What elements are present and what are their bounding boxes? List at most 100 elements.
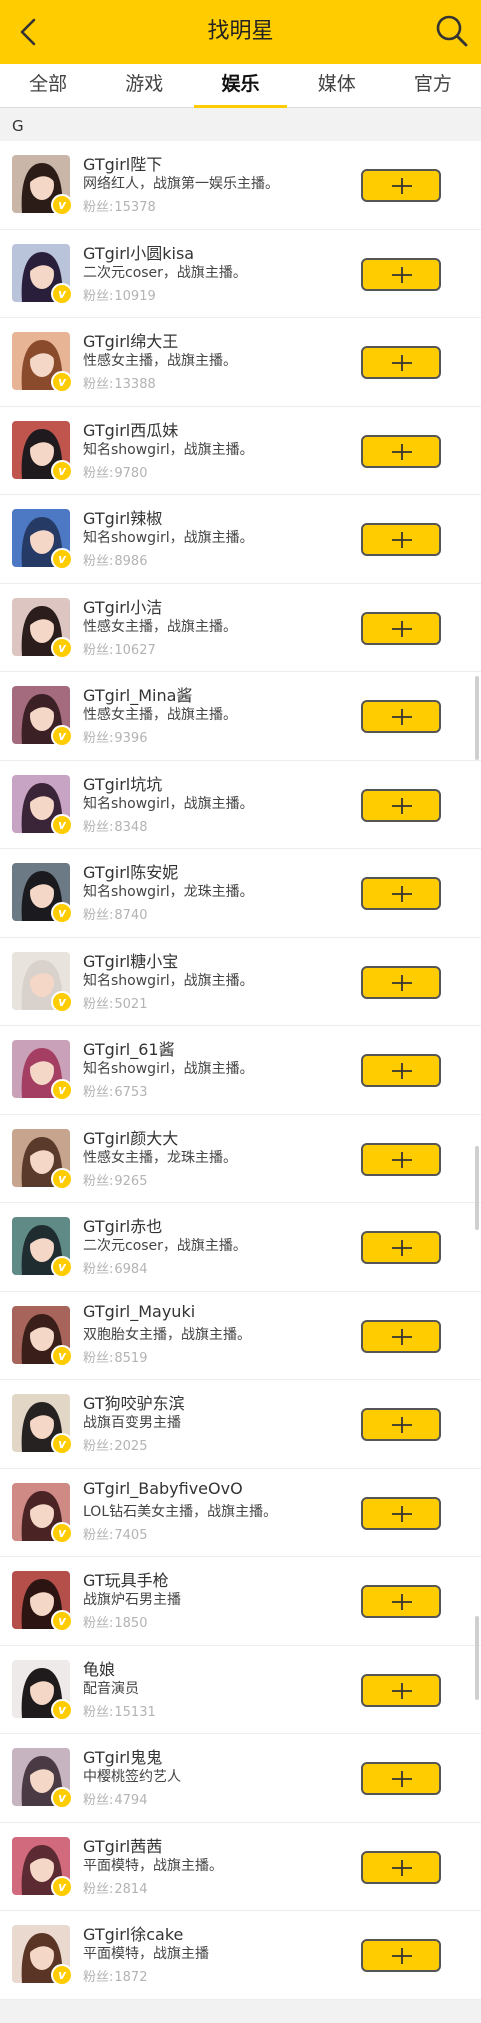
star-description: 性感女主播，战旗主播。 xyxy=(83,353,237,369)
star-description: 配音演员 xyxy=(83,1680,139,1697)
fan-count: 粉丝:8348 xyxy=(83,819,148,835)
fan-count: 粉丝:6984 xyxy=(83,1262,148,1277)
follow-button[interactable] xyxy=(361,1939,441,1972)
list-item[interactable]: v GTgirl陛下 网络红人，战旗第一娱乐主播。 粉丝:15378 xyxy=(0,141,481,230)
plus-icon xyxy=(392,1328,412,1345)
follow-button[interactable] xyxy=(361,1673,441,1707)
fan-count-value: 5021 xyxy=(114,996,148,1012)
star-description: 二次元coser，战旗主播。 xyxy=(83,264,247,281)
list-item[interactable]: v GTgirl西瓜妹 知名showgirl，战旗主播。 粉丝:9780 xyxy=(0,406,481,495)
star-name: GTgirl鬼鬼 xyxy=(83,1748,163,1767)
plus-icon xyxy=(392,1151,412,1168)
search-icon[interactable] xyxy=(435,14,469,48)
list-item[interactable]: v GTgirl陈安妮 知名showgirl，龙珠主播。 粉丝:8740 xyxy=(0,849,481,938)
follow-button[interactable] xyxy=(361,346,441,379)
list-item[interactable]: v 龟娘 配音演员 粉丝:15131 xyxy=(0,1645,481,1734)
follow-button[interactable] xyxy=(361,877,441,910)
fan-count: 粉丝:9265 xyxy=(83,1173,148,1189)
list-item[interactable]: v GTgirl鬼鬼 中樱桃签约艺人 粉丝:4794 xyxy=(0,1734,481,1823)
list-item[interactable]: v GTgirl赤也 二次元coser，战旗主播。 粉丝:6984 xyxy=(0,1203,481,1292)
star-description: 双胞胎女主播，战旗主播。 xyxy=(83,1326,251,1343)
follow-button[interactable] xyxy=(361,611,441,645)
verified-badge-icon: v xyxy=(51,1344,73,1367)
star-name: GTgirl赤也 xyxy=(83,1217,163,1236)
tab-media[interactable]: 媒体 xyxy=(289,64,385,107)
verified-badge-icon: v xyxy=(51,459,73,482)
follow-button[interactable] xyxy=(361,257,441,291)
scrollbar-thumb[interactable] xyxy=(475,676,479,760)
list-item[interactable]: v GTgirl小圆kisa 二次元coser，战旗主播。 粉丝:10919 xyxy=(0,229,481,318)
list-item[interactable]: v GTgirl辣椒 知名showgirl，战旗主播。 粉丝:8986 xyxy=(0,495,481,584)
top-bar: 找明星 xyxy=(0,0,481,64)
fan-count: 粉丝:13388 xyxy=(83,377,156,392)
fan-count-value: 10919 xyxy=(114,288,156,304)
fan-count-value: 13388 xyxy=(114,377,156,392)
fan-count-value: 15131 xyxy=(114,1704,156,1720)
follow-button[interactable] xyxy=(361,1762,441,1795)
list-item[interactable]: v GTgirl_Mina酱 性感女主播，战旗主播。 粉丝:9396 xyxy=(0,672,481,761)
star-description: 性感女主播，龙珠主播。 xyxy=(83,1149,237,1166)
scrollbar-thumb[interactable] xyxy=(475,1146,479,1230)
verified-badge-icon: v xyxy=(51,1521,73,1544)
section-header-letter: G xyxy=(12,117,24,135)
follow-button[interactable] xyxy=(361,1054,441,1087)
plus-icon xyxy=(392,1417,412,1433)
follow-button[interactable] xyxy=(361,1585,441,1618)
tab-official[interactable]: 官方 xyxy=(385,64,481,107)
verified-badge-icon: v xyxy=(51,813,73,836)
list-item[interactable]: v GTgirl徐cake 平面模特，战旗主播 粉丝:1872 xyxy=(0,1911,481,2000)
list-item[interactable]: v GTgirl_61酱 知名showgirl，战旗主播。 粉丝:6753 xyxy=(0,1026,481,1115)
fan-count: 粉丝:1872 xyxy=(83,1970,148,1985)
fan-count: 粉丝:5021 xyxy=(83,996,148,1012)
follow-button[interactable] xyxy=(361,788,441,822)
follow-button[interactable] xyxy=(361,1850,441,1884)
list-item[interactable]: v GTgirl_Mayuki 双胞胎女主播，战旗主播。 粉丝:8519 xyxy=(0,1291,481,1380)
follow-button[interactable] xyxy=(361,1319,441,1353)
fan-count: 粉丝:9396 xyxy=(83,731,148,746)
follow-button[interactable] xyxy=(361,1231,441,1264)
follow-button[interactable] xyxy=(361,523,441,556)
list-item[interactable]: v GTgirl小洁 性感女主播，战旗主播。 粉丝:10627 xyxy=(0,583,481,672)
follow-button[interactable] xyxy=(361,169,441,202)
list-item[interactable]: v GTgirl坑坑 知名showgirl，战旗主播。 粉丝:8348 xyxy=(0,760,481,849)
verified-badge-icon: v xyxy=(51,1698,73,1721)
star-description: 性感女主播，战旗主播。 xyxy=(83,707,237,723)
verified-badge-icon: v xyxy=(51,1964,73,1986)
follow-button[interactable] xyxy=(361,1496,441,1530)
list-item[interactable]: v GTgirl糖小宝 知名showgirl，战旗主播。 粉丝:5021 xyxy=(0,937,481,1026)
fan-count-value: 8740 xyxy=(114,908,148,923)
tab-entertainment[interactable]: 娱乐 xyxy=(192,64,288,108)
list-item[interactable]: v GT玩具手枪 战旗炉石男主播 粉丝:1850 xyxy=(0,1557,481,1646)
verified-badge-icon: v xyxy=(51,194,73,216)
list-item[interactable]: v GT狗咬驴东滨 战旗百变男主播 粉丝:2025 xyxy=(0,1380,481,1469)
plus-icon xyxy=(392,1682,412,1699)
list-item[interactable]: v GTgirl茜茜 平面模特，战旗主播。 粉丝:2814 xyxy=(0,1822,481,1911)
follow-button[interactable] xyxy=(361,700,441,733)
scrollbar-thumb[interactable] xyxy=(475,1616,479,1700)
fan-count: 粉丝:1850 xyxy=(83,1616,148,1631)
follow-button[interactable] xyxy=(361,434,441,468)
fan-count-value: 10627 xyxy=(114,642,156,658)
follow-button[interactable] xyxy=(361,1142,441,1176)
plus-icon xyxy=(392,1063,412,1079)
verified-badge-icon: v xyxy=(51,1787,73,1809)
star-name: GTgirl_Mayuki xyxy=(83,1301,196,1321)
star-description: 平面模特，战旗主播 xyxy=(83,1946,209,1962)
list-item[interactable]: v GTgirl_BabyfiveOvO LOL钻石美女主播，战旗主播。 粉丝:… xyxy=(0,1468,481,1557)
plus-icon xyxy=(392,1505,412,1522)
chevron-left-icon[interactable] xyxy=(14,16,46,48)
tab-all[interactable]: 全部 xyxy=(0,64,96,107)
list-item[interactable]: v GTgirl颜大大 性感女主播，龙珠主播。 粉丝:9265 xyxy=(0,1114,481,1203)
star-name: GTgirl西瓜妹 xyxy=(83,420,179,440)
follow-button[interactable] xyxy=(361,965,441,999)
fan-count: 粉丝:9780 xyxy=(83,465,148,481)
list-item[interactable]: v GTgirl绵大王 性感女主播，战旗主播。 粉丝:13388 xyxy=(0,318,481,407)
plus-icon xyxy=(392,797,412,814)
plus-icon xyxy=(392,1594,412,1610)
follow-button[interactable] xyxy=(361,1408,441,1441)
tab-games[interactable]: 游戏 xyxy=(96,64,192,107)
plus-icon xyxy=(392,1948,412,1964)
plus-icon xyxy=(392,266,412,283)
star-description: 中樱桃签约艺人 xyxy=(83,1769,181,1785)
star-name: GTgirl陛下 xyxy=(83,155,163,174)
